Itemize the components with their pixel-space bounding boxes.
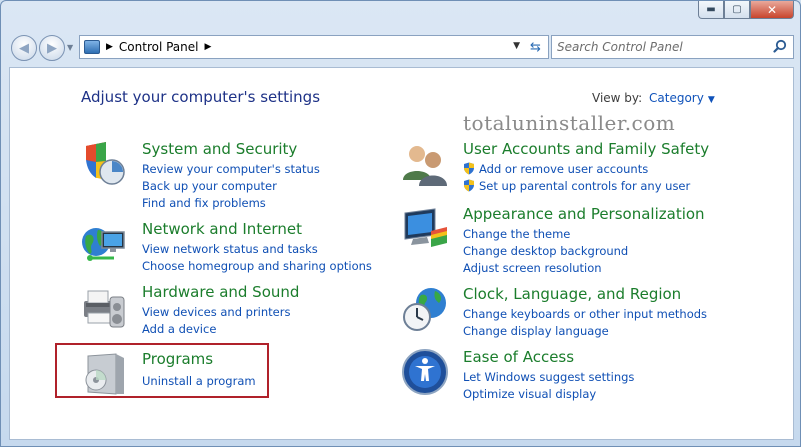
breadcrumb-separator-icon[interactable]: ▶	[106, 42, 113, 52]
category-title[interactable]: Ease of Access	[463, 348, 574, 366]
search-input[interactable]	[552, 36, 762, 58]
maximize-button[interactable]: ▢	[724, 1, 750, 19]
printer-icon	[84, 290, 125, 328]
back-arrow-icon: ◀	[19, 40, 29, 56]
view-by-label: View by:	[592, 91, 643, 105]
category-title[interactable]: User Accounts and Family Safety	[463, 140, 709, 158]
breadcrumb-separator-icon[interactable]: ▶	[205, 42, 212, 52]
category-title[interactable]: System and Security	[142, 140, 297, 158]
uac-shield-icon	[464, 162, 474, 175]
search-box[interactable]	[551, 35, 794, 59]
network-globe-icon	[82, 228, 125, 261]
recent-pages-dropdown[interactable]: ▼	[67, 43, 73, 52]
watermark: totaluninstaller.com	[463, 111, 676, 135]
link-display-language[interactable]: Change display language	[463, 323, 707, 340]
address-dropdown-icon[interactable]: ▼	[513, 41, 520, 51]
ease-of-access-icon	[402, 349, 448, 395]
minimize-button[interactable]: ▬	[698, 1, 724, 19]
category-title[interactable]: Hardware and Sound	[142, 283, 299, 301]
user-accounts-icon	[403, 146, 447, 186]
content-pane: Adjust your computer's settings View by:…	[9, 67, 794, 440]
clock-globe-icon	[403, 288, 446, 331]
link-devices-printers[interactable]: View devices and printers	[142, 304, 290, 321]
uac-shield-icon	[464, 179, 474, 192]
link-screen-resolution[interactable]: Adjust screen resolution	[463, 260, 628, 277]
link-find-fix-problems[interactable]: Find and fix problems	[142, 195, 320, 212]
link-keyboards-input[interactable]: Change keyboards or other input methods	[463, 306, 707, 323]
view-by-dropdown[interactable]: Category ▼	[649, 91, 715, 105]
appearance-monitor-icon	[404, 208, 447, 247]
link-optimize-visual[interactable]: Optimize visual display	[463, 386, 634, 403]
category-title[interactable]: Clock, Language, and Region	[463, 285, 681, 303]
close-button[interactable]: ✕	[750, 1, 794, 19]
highlight-box	[55, 343, 269, 398]
view-by-value[interactable]: Category	[649, 91, 704, 105]
link-text[interactable]: Set up parental controls for any user	[479, 179, 690, 193]
link-desktop-background[interactable]: Change desktop background	[463, 243, 628, 260]
address-bar[interactable]: ▶ Control Panel ▶ ▼	[79, 35, 527, 59]
search-icon[interactable]	[773, 39, 787, 53]
link-parental-controls[interactable]: Set up parental controls for any user	[463, 178, 690, 195]
page-title: Adjust your computer's settings	[81, 88, 321, 106]
forward-button[interactable]: ▶	[39, 35, 65, 61]
link-add-remove-accounts[interactable]: Add or remove user accounts	[463, 161, 690, 178]
category-title[interactable]: Appearance and Personalization	[463, 205, 705, 223]
link-change-theme[interactable]: Change the theme	[463, 226, 628, 243]
link-review-status[interactable]: Review your computer's status	[142, 161, 320, 178]
link-windows-suggest[interactable]: Let Windows suggest settings	[463, 369, 634, 386]
security-shield-icon	[86, 142, 125, 185]
link-back-up[interactable]: Back up your computer	[142, 178, 320, 195]
link-text[interactable]: Add or remove user accounts	[479, 162, 648, 176]
refresh-icon: ⇆	[530, 39, 541, 55]
link-homegroup-sharing[interactable]: Choose homegroup and sharing options	[142, 258, 372, 275]
caption-buttons: ▬ ▢ ✕	[698, 1, 794, 19]
forward-arrow-icon: ▶	[47, 40, 57, 56]
breadcrumb-control-panel[interactable]: Control Panel	[119, 40, 199, 54]
chevron-down-icon[interactable]: ▼	[708, 95, 715, 105]
link-add-device[interactable]: Add a device	[142, 321, 290, 338]
control-panel-window: ▬ ▢ ✕ ◀ ▶ ▼ ▶ Control Panel ▶ ▼ ⇆ Adjust…	[0, 0, 801, 447]
back-button[interactable]: ◀	[11, 35, 37, 61]
navigation-bar: ◀ ▶ ▼ ▶ Control Panel ▶ ▼ ⇆	[9, 33, 794, 61]
control-panel-icon	[84, 40, 100, 54]
refresh-button[interactable]: ⇆	[523, 35, 549, 59]
link-network-status[interactable]: View network status and tasks	[142, 241, 372, 258]
category-title[interactable]: Network and Internet	[142, 220, 302, 238]
